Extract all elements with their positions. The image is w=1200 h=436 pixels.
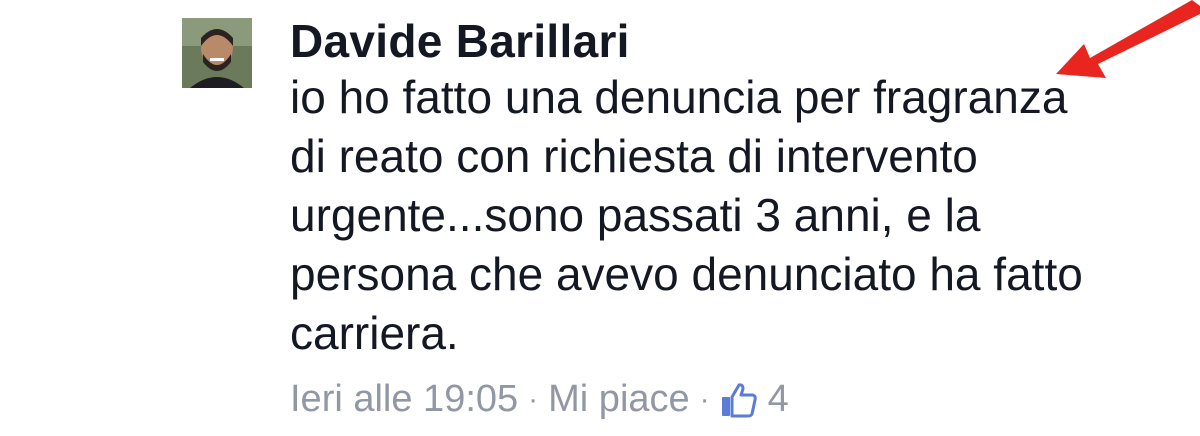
comment-line: io ho fatto una denuncia per fragranza <box>290 71 1068 123</box>
avatar[interactable] <box>182 18 252 88</box>
comment-text: io ho fatto una denuncia per fragranza d… <box>290 68 1170 363</box>
timestamp[interactable]: Ieri alle 19:05 <box>290 378 518 421</box>
annotation-arrow-icon <box>1056 0 1200 78</box>
like-count[interactable]: 4 <box>768 378 789 421</box>
avatar-image <box>182 18 252 88</box>
comment-line: urgente...sono passati 3 anni, e la <box>290 189 981 241</box>
separator: · <box>699 382 710 416</box>
comment-line: persona che avevo denunciato ha fatto <box>290 248 1083 300</box>
comment-line: carriera. <box>290 307 459 359</box>
comment: Davide Barillari io ho fatto una denunci… <box>0 0 1200 436</box>
thumbs-up-icon[interactable] <box>720 381 758 419</box>
author-name[interactable]: Davide Barillari <box>290 14 630 68</box>
like-button[interactable]: Mi piace <box>548 378 690 421</box>
comment-meta: Ieri alle 19:05 · Mi piace · 4 <box>290 378 789 421</box>
comment-line: di reato con richiesta di intervento <box>290 130 978 182</box>
separator: · <box>528 382 539 416</box>
